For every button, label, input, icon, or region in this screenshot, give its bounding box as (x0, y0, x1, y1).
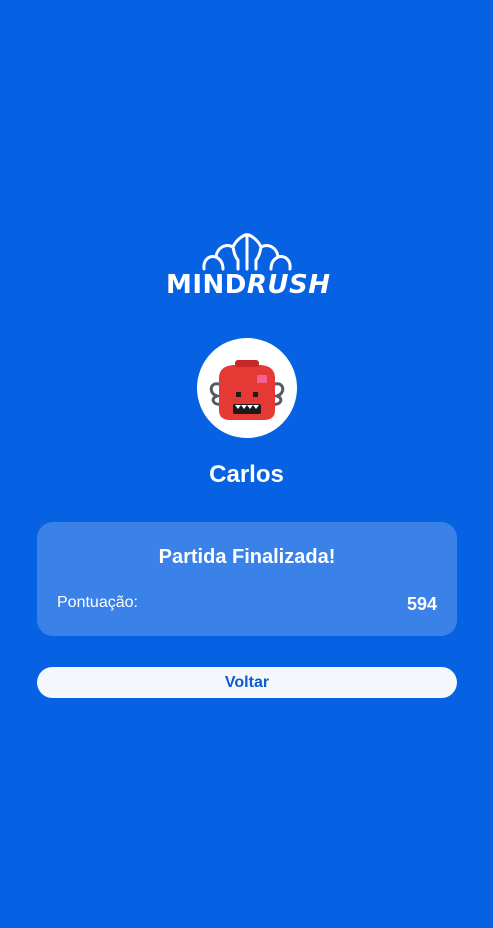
result-card: Partida Finalizada! Pontuação: 594 (37, 522, 457, 636)
logo-text-rush: RUSH (246, 270, 331, 300)
score-value: 594 (406, 594, 437, 614)
result-title: Partida Finalizada! (158, 546, 336, 568)
logo-wordmark: MINDRUSH (166, 270, 331, 300)
logo-text-mind: MIND (166, 270, 247, 300)
score-label: Pontuação: (57, 594, 138, 611)
brain-icon (202, 233, 292, 271)
player-name: Carlos (209, 461, 284, 488)
red-monster-avatar-icon (209, 360, 285, 420)
app-logo: MINDRUSH (166, 233, 331, 300)
back-button[interactable]: Voltar (37, 667, 457, 698)
avatar (197, 338, 297, 438)
